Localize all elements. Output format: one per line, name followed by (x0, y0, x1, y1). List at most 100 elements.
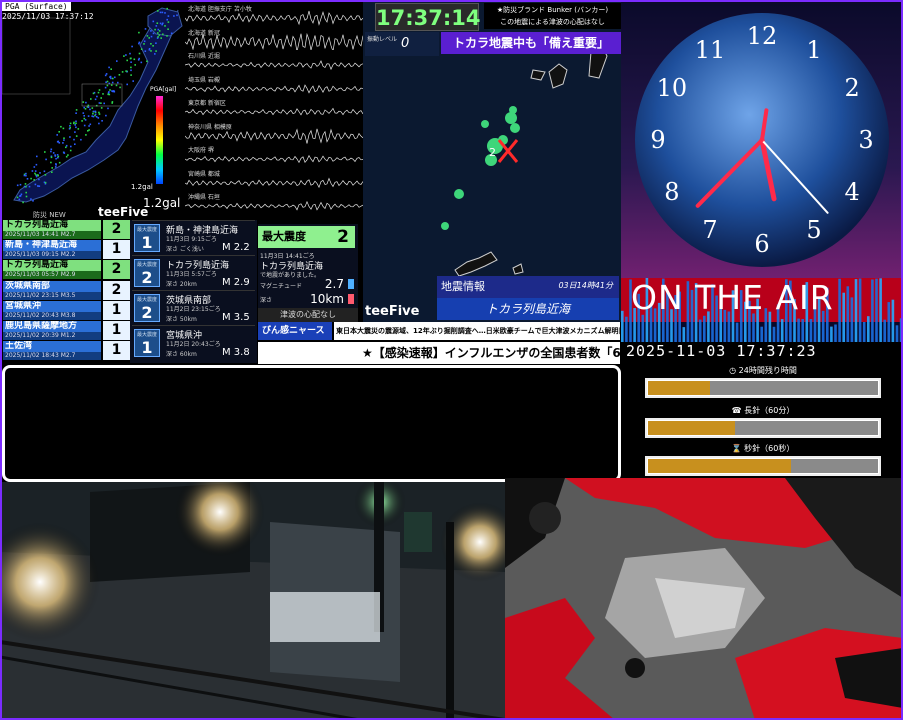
detail-intensity-value: 2 (141, 303, 153, 322)
quake-place: 新島・神津島近海 (3, 240, 101, 252)
detail-date: 11月2日 23:15ごろ (166, 306, 221, 313)
quake-intensity: 1 (103, 300, 130, 320)
quake-detail-item[interactable]: 最大震度 2 トカラ列島近海 11月3日 5:57ごろ 深さ 20km M 2.9 (132, 255, 255, 290)
detail-date: 11月3日 9:15ごろ (166, 236, 217, 243)
quake-list-item[interactable]: トカラ列島近海 2025/11/03 05:57 M2.9 2 (3, 260, 130, 280)
clock-numeral: 5 (806, 216, 821, 244)
pga-header: PGA (Surface) (2, 2, 71, 11)
clock-icon: ◷ (729, 366, 737, 375)
clock-numeral: 7 (702, 216, 717, 244)
quake-detail-item[interactable]: 最大震度 2 茨城県南部 11月2日 23:15ごろ 深さ 50km M 3.5 (132, 290, 255, 325)
detail-intensity-box: 最大震度 1 (134, 329, 160, 357)
quake-meta: 2025/11/02 23:15 M3.5 (3, 291, 101, 300)
detail-magnitude: M 2.2 (222, 242, 250, 253)
caption-box (2, 365, 621, 482)
artwork-image (505, 478, 903, 720)
brand-logo-2: teeFive (365, 304, 420, 319)
earthquake-map-panel: 2 17:37:14 ★防災ブランド Bunker (バンカー) この地震による… (363, 0, 621, 322)
quake-place: 土佐湾 (3, 341, 101, 353)
shaking-level: 振動レベル 0 (365, 32, 439, 56)
detail-intensity-caption: 最大震度 (136, 227, 157, 233)
depth-label: 深さ (260, 297, 273, 304)
waveform-trace (185, 10, 363, 26)
sponsor-line1: ★防災ブランド Bunker (バンカー) (496, 6, 609, 14)
waveform-row: 大阪府 堺 (185, 145, 363, 167)
magnitude-value: 2.7 (324, 277, 344, 291)
pga-scale-label: PGA[gal] (150, 86, 177, 93)
shaking-level-label: 振動レベル (367, 36, 398, 43)
camera-image (0, 482, 505, 720)
news-ticker: びん感ニャース 東日本大震災の震源域、12年ぶり掘削調査へ…日米欧豪チームで巨大… (258, 322, 620, 340)
abstract-artwork (505, 478, 903, 720)
news-ticker-text: 東日本大震災の震源域、12年ぶり掘削調査へ…日米欧豪チームで巨大津波メカニズム解… (334, 322, 620, 340)
waveform-row: 北海道 新冠 (185, 28, 363, 50)
sponsor-banner: ★防災ブランド Bunker (バンカー) この地震による津波の心配はなし (484, 3, 621, 29)
pga-color-legend (156, 96, 163, 184)
detail-intensity-box: 最大震度 2 (134, 294, 160, 322)
quake-intensity: 2 (103, 280, 130, 300)
quake-list-item[interactable]: 宮城県沖 2025/11/02 20:43 M3.8 1 (3, 300, 130, 321)
progress-bar (645, 418, 881, 438)
detail-intensity-value: 1 (141, 233, 153, 252)
sponsor-line2: この地震による津波の心配はなし (500, 18, 605, 26)
detail-magnitude: M 2.9 (222, 277, 250, 288)
clock-numeral: 12 (747, 22, 778, 50)
progress-label: ⌛ 秒針（60秒） (645, 443, 881, 454)
quake-detail-item[interactable]: 最大震度 1 新島・神津島近海 11月3日 9:15ごろ 深さ ごく浅い M 2.2 (132, 220, 255, 255)
clock-numeral: 6 (754, 230, 769, 258)
pga-timestamp: 2025/11/03 17:37:12 (2, 12, 94, 21)
detail-date: 11月3日 5:57ごろ (166, 271, 217, 278)
quake-list-item[interactable]: 鹿児島県薩摩地方 2025/11/02 20:39 M1.2 1 (3, 321, 130, 341)
analog-clock-panel: 12 1 2 3 4 5 6 7 8 9 10 11 ON THE AIR (621, 0, 903, 342)
progress-fill (648, 421, 736, 435)
quake-place: 宮城県沖 (3, 300, 101, 312)
quake-detail-item[interactable]: 最大震度 1 宮城県沖 11月2日 20:43ごろ 深さ 60km M 3.8 (132, 325, 255, 360)
detail-intensity-caption: 最大震度 (136, 297, 157, 303)
quake-intensity: 2 (103, 260, 130, 280)
detail-depth: 深さ 20km (166, 281, 197, 288)
info-place: トカラ列島近海 (437, 298, 619, 320)
detail-magnitude: M 3.8 (222, 347, 250, 358)
waveform-row: 北海道 胆振支庁 苫小牧 (185, 4, 363, 26)
progress-bar (645, 456, 881, 476)
quake-meta: 2025/11/03 14:41 M2.7 (3, 231, 101, 239)
clock-numeral: 11 (695, 36, 726, 64)
quake-list-item[interactable]: トカラ列島近海 2025/11/03 14:41 M2.7 2 (3, 220, 130, 240)
detail-intensity-box: 最大震度 2 (134, 259, 160, 287)
new-label: 防災 NEW (33, 211, 66, 219)
pga-gal-small: 1.2gal (131, 183, 153, 191)
waveform-trace (185, 60, 363, 71)
quake-place: 茨城県南部 (3, 280, 101, 292)
quake-list-item[interactable]: 土佐湾 2025/11/02 18:43 M2.7 1 (3, 341, 130, 361)
clock-numeral: 8 (664, 178, 679, 206)
tsunami-notice: 津波の心配なし (258, 308, 358, 322)
quake-place: トカラ列島近海 (3, 260, 101, 272)
magnitude-label: マグニチュード (260, 283, 303, 290)
on-air-text: ON THE AIR (631, 278, 834, 317)
waveform-row: 石川県 近堀 (185, 51, 363, 73)
progress-fill (648, 381, 711, 395)
max-intensity-label: 最大震度 (262, 230, 306, 243)
headline-banner: トカラ地震中も「備え重要」 (441, 32, 621, 54)
quake-meta: 2025/11/02 20:39 M1.2 (3, 332, 101, 340)
news-ticker-label: びん感ニャース (258, 322, 332, 340)
waveform-trace (185, 32, 363, 50)
quake-meta: 2025/11/03 09:15 M2.2 (3, 251, 101, 260)
detail-intensity-value: 2 (141, 268, 153, 287)
waveform-row: 宮崎県 都城 (185, 169, 363, 191)
progress-label-text: 秒針（60秒） (744, 444, 795, 453)
detail-intensity-box: 最大震度 1 (134, 224, 160, 252)
phone-icon: ☎ (731, 406, 742, 415)
waveform-trace (185, 200, 363, 211)
quake-meta: 2025/11/03 05:57 M2.9 (3, 271, 101, 280)
quake-intensity: 2 (103, 220, 130, 239)
quake-list-item[interactable]: 茨城県南部 2025/11/02 23:15 M3.5 2 (3, 280, 130, 301)
street-camera-feed (0, 482, 505, 720)
detail-intensity-value: 1 (141, 338, 153, 357)
quake-list-item[interactable]: 新島・神津島近海 2025/11/03 09:15 M2.2 1 (3, 240, 130, 260)
breaking-news-ticker: ★【感染速報】インフルエンザの全国患者数「6. (258, 342, 620, 364)
progress-track (648, 459, 878, 473)
max-intensity-badge: 最大震度 2 (258, 226, 355, 248)
waveform-trace (185, 107, 363, 116)
waveform-row: 沖縄県 石垣 (185, 192, 363, 214)
